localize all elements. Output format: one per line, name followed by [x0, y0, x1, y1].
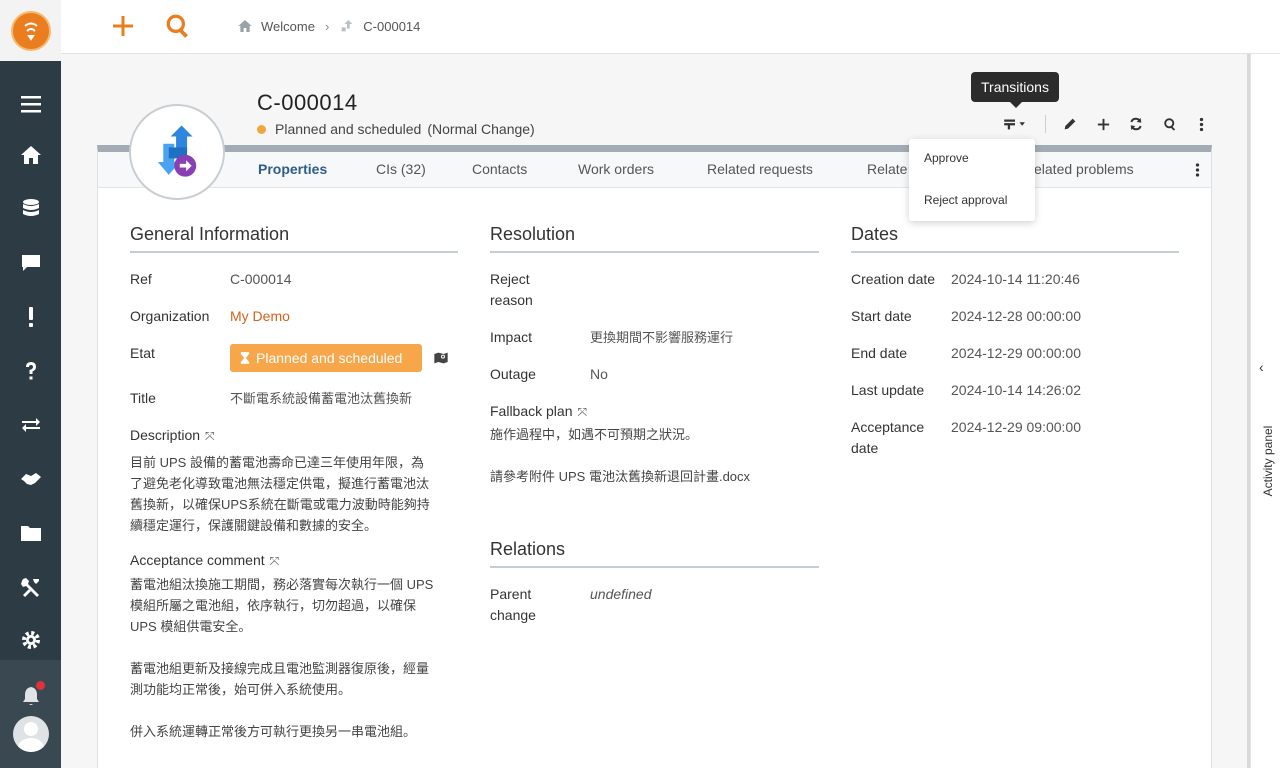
- header-status: Planned and scheduled (Normal Change): [257, 121, 535, 137]
- acceptance-comment-text: 蓄電池組汰換施工期間，務必落實每次執行一個 UPS 模組所屬之電池組，依序執行，…: [130, 577, 434, 739]
- outage-label: Outage: [490, 366, 536, 382]
- acceptance-date-value: 2024-12-29 09:00:00: [951, 419, 1081, 435]
- resolution-title: Resolution: [490, 224, 819, 253]
- status-text: Planned and scheduled: [275, 121, 422, 137]
- settings-icon[interactable]: [0, 620, 61, 660]
- etat-label: Etat: [130, 345, 155, 361]
- tab-bar: Properties CIs (32) Contacts Work orders…: [98, 152, 1211, 188]
- parent-change-label: Parent change: [490, 586, 536, 623]
- parent-change-value: undefined: [590, 586, 652, 602]
- status-badge-text: Planned and scheduled: [256, 350, 403, 366]
- home-icon[interactable]: [0, 135, 61, 175]
- description-text: 目前 UPS 設備的蓄電池壽命已達三年使用年限，為 了避免老化導致電池無法穩定供…: [130, 455, 430, 533]
- left-navigation: [0, 0, 61, 768]
- tools-icon[interactable]: [0, 567, 61, 607]
- handshake-icon[interactable]: [0, 459, 61, 499]
- page-title: C-000014: [257, 90, 358, 115]
- chat-icon[interactable]: [0, 243, 61, 283]
- app-logo[interactable]: [11, 11, 51, 51]
- alert-icon[interactable]: [0, 297, 61, 337]
- acceptance-date-label: Acceptance date: [851, 419, 925, 456]
- breadcrumb: Welcome › C-000014: [237, 18, 420, 34]
- organization-link[interactable]: My Demo: [230, 306, 290, 327]
- chevron-left-icon[interactable]: ‹: [1259, 359, 1264, 375]
- tab-cis[interactable]: CIs (32): [376, 161, 426, 177]
- tab-contacts[interactable]: Contacts: [472, 161, 527, 177]
- folder-icon[interactable]: [0, 513, 61, 553]
- reject-reason-label: Reject reason: [490, 271, 533, 308]
- approve-menu-item[interactable]: Approve: [924, 151, 969, 165]
- tab-related-incidents[interactable]: Relate: [867, 161, 907, 177]
- relations-title: Relations: [490, 539, 819, 568]
- fallback-plan-label: Fallback plan ⤧: [490, 401, 587, 423]
- ref-value: C-000014: [230, 271, 292, 287]
- help-icon[interactable]: [0, 351, 61, 391]
- tab-work-orders[interactable]: Work orders: [578, 161, 654, 177]
- end-date-value: 2024-12-29 00:00:00: [951, 345, 1081, 361]
- expand-icon[interactable]: ⤧: [270, 551, 280, 572]
- change-type: (Normal Change): [427, 121, 535, 137]
- hourglass-icon: [240, 351, 250, 365]
- transitions-dropdown: Approve Reject approval: [909, 139, 1035, 221]
- fallback-plan-text: 施作過程中，如遇不可預期之狀況。 請參考附件 UPS 電池汰舊換新退回計畫.do…: [490, 427, 751, 484]
- transfer-icon[interactable]: [0, 405, 61, 445]
- chevron-right-icon: ›: [324, 18, 330, 34]
- dates-title: Dates: [851, 224, 1179, 253]
- start-date-value: 2024-12-28 00:00:00: [951, 308, 1081, 324]
- refresh-icon[interactable]: [1125, 113, 1147, 135]
- edit-pencil-icon[interactable]: [1059, 113, 1081, 135]
- acceptance-comment-label: Acceptance comment ⤧: [130, 550, 279, 572]
- change-icon: [339, 18, 355, 34]
- organization-label: Organization: [130, 308, 210, 324]
- last-update-label: Last update: [851, 382, 925, 398]
- more-actions-icon[interactable]: [1190, 113, 1212, 135]
- add-plus-icon[interactable]: [1092, 113, 1114, 135]
- tab-properties[interactable]: Properties: [258, 161, 327, 177]
- creation-date-value: 2024-10-14 11:20:46: [951, 271, 1080, 287]
- tab-related-requests[interactable]: Related requests: [707, 161, 813, 177]
- tab-related-problems[interactable]: elated problems: [1034, 161, 1134, 177]
- lifecycle-map-icon[interactable]: [433, 350, 449, 371]
- last-update-value: 2024-10-14 14:26:02: [951, 382, 1081, 398]
- transitions-button[interactable]: [1000, 113, 1030, 135]
- status-dot-icon: [257, 124, 266, 134]
- expand-icon[interactable]: ⤧: [578, 402, 588, 423]
- expand-icon[interactable]: ⤧: [205, 426, 215, 447]
- search-icon[interactable]: [1159, 113, 1181, 135]
- change-object-icon: [129, 104, 225, 200]
- general-information-title: General Information: [130, 224, 458, 253]
- breadcrumb-home[interactable]: Welcome: [261, 19, 315, 34]
- title-label: Title: [130, 390, 156, 406]
- reject-approval-menu-item[interactable]: Reject approval: [924, 193, 1007, 207]
- title-value: 不斷電系統設備蓄電池汰舊換新: [230, 391, 413, 406]
- description-label: Description ⤧: [130, 425, 215, 447]
- start-date-label: Start date: [851, 308, 912, 324]
- activity-panel[interactable]: ‹ Activity panel: [1250, 54, 1280, 768]
- top-bar: Welcome › C-000014: [61, 0, 1280, 54]
- more-tabs-icon[interactable]: [1189, 161, 1205, 179]
- status-badge: Planned and scheduled: [230, 344, 422, 372]
- transitions-tooltip: Transitions: [971, 72, 1059, 108]
- new-object-button[interactable]: [110, 13, 136, 39]
- database-icon[interactable]: [0, 189, 61, 229]
- notifications-bell-icon[interactable]: [0, 676, 61, 716]
- outage-value: No: [590, 366, 608, 382]
- menu-icon[interactable]: [0, 84, 61, 124]
- creation-date-label: Creation date: [851, 271, 936, 287]
- breadcrumb-current[interactable]: C-000014: [363, 19, 420, 34]
- end-date-label: End date: [851, 345, 908, 361]
- ref-label: Ref: [130, 271, 152, 287]
- home-icon: [237, 18, 253, 34]
- impact-label: Impact: [490, 329, 533, 345]
- user-avatar[interactable]: [13, 716, 49, 752]
- toolbar-divider: [1045, 115, 1046, 133]
- global-search-button[interactable]: [165, 13, 191, 39]
- activity-panel-label[interactable]: Activity panel: [1261, 416, 1275, 506]
- impact-value: 更換期間不影響服務運行: [590, 330, 734, 345]
- notification-badge: [35, 680, 46, 691]
